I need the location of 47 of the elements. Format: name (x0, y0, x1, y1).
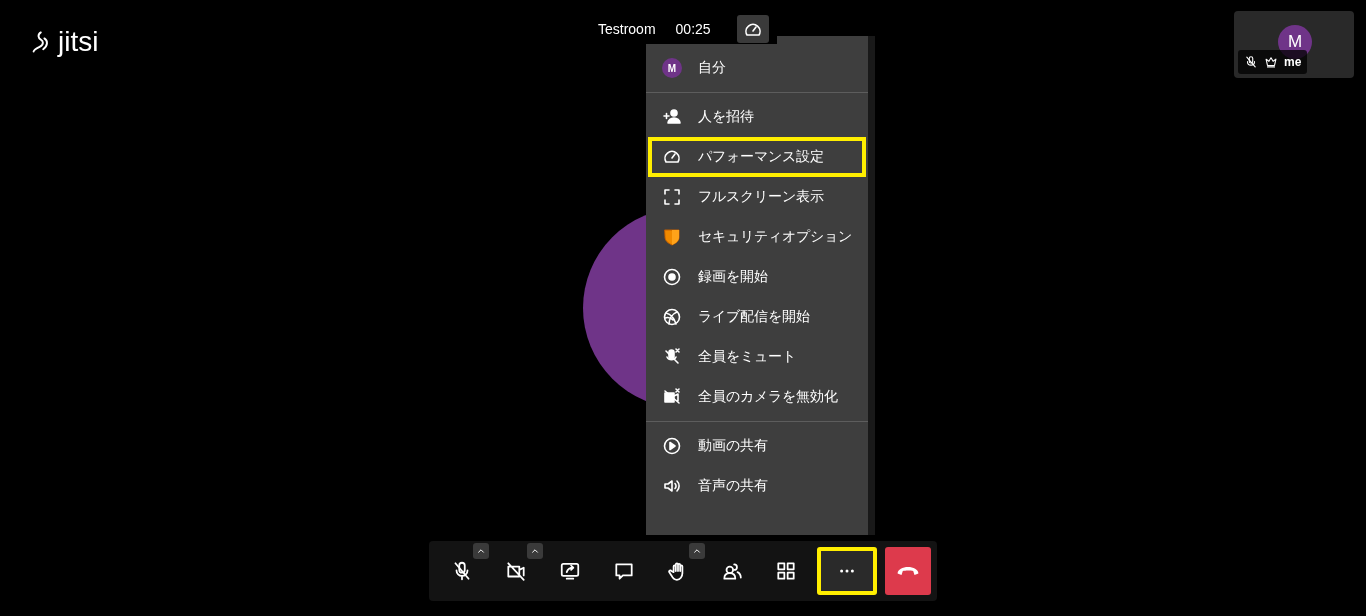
gauge-icon (744, 22, 761, 36)
menu-item-label: ライブ配信を開始 (698, 308, 810, 326)
menu-item[interactable]: M 自分 (646, 48, 868, 88)
menu-item-label: 全員のカメラを無効化 (698, 388, 838, 406)
menu-item-label: 録画を開始 (698, 268, 768, 286)
fullscreen-icon (662, 187, 682, 207)
crown-icon (1264, 55, 1278, 69)
mic-off-icon (1244, 55, 1258, 69)
play-icon (662, 436, 682, 456)
connection-indicator-button[interactable] (736, 15, 769, 43)
add-person-icon (662, 107, 682, 127)
menu-item-label: 人を招待 (698, 108, 754, 126)
record-icon (662, 267, 682, 287)
menu-item-label: セキュリティオプション (698, 228, 852, 246)
menu-item[interactable]: パフォーマンス設定 (648, 137, 866, 177)
menu-item-label: 動画の共有 (698, 437, 768, 455)
menu-item[interactable]: フルスクリーン表示 (646, 177, 868, 217)
logo-text: jitsi (58, 28, 99, 56)
menu-item-label: 全員をミュート (698, 348, 796, 366)
menu-item[interactable]: ライブ配信を開始 (646, 297, 868, 337)
menu-item-label: パフォーマンス設定 (698, 148, 824, 166)
avatar-icon: M (662, 58, 682, 78)
options-caret-button[interactable] (689, 543, 706, 559)
toolbar-button[interactable] (817, 547, 877, 595)
menu-item[interactable]: 音声の共有 (646, 466, 868, 506)
hang-up-button[interactable] (884, 547, 931, 595)
menu-item[interactable]: 人を招待 (646, 97, 868, 137)
more-icon (840, 569, 855, 573)
shield-icon (662, 227, 682, 247)
options-caret-button[interactable] (527, 543, 544, 559)
room-name: Testroom (598, 21, 656, 37)
menu-item[interactable]: 動画の共有 (646, 426, 868, 466)
tile-view-icon (775, 560, 798, 582)
share-screen-icon (559, 560, 582, 582)
meeting-timer: 00:25 (675, 21, 711, 37)
menu-item-label: 音声の共有 (698, 477, 768, 495)
menu-item[interactable]: 全員のカメラを無効化 (646, 377, 868, 417)
options-caret-button[interactable] (473, 543, 490, 559)
menu-item-label: フルスクリーン表示 (698, 188, 824, 206)
menu-item[interactable]: セキュリティオプション (646, 217, 868, 257)
camera-off-icon (505, 560, 528, 582)
menu-item[interactable]: 全員をミュート (646, 337, 868, 377)
mic-off-icon (662, 347, 682, 367)
globe-icon (662, 307, 682, 327)
menu-item-label: 自分 (698, 59, 726, 77)
camera-off-icon (662, 387, 682, 407)
menu-item[interactable]: 録画を開始 (646, 257, 868, 297)
